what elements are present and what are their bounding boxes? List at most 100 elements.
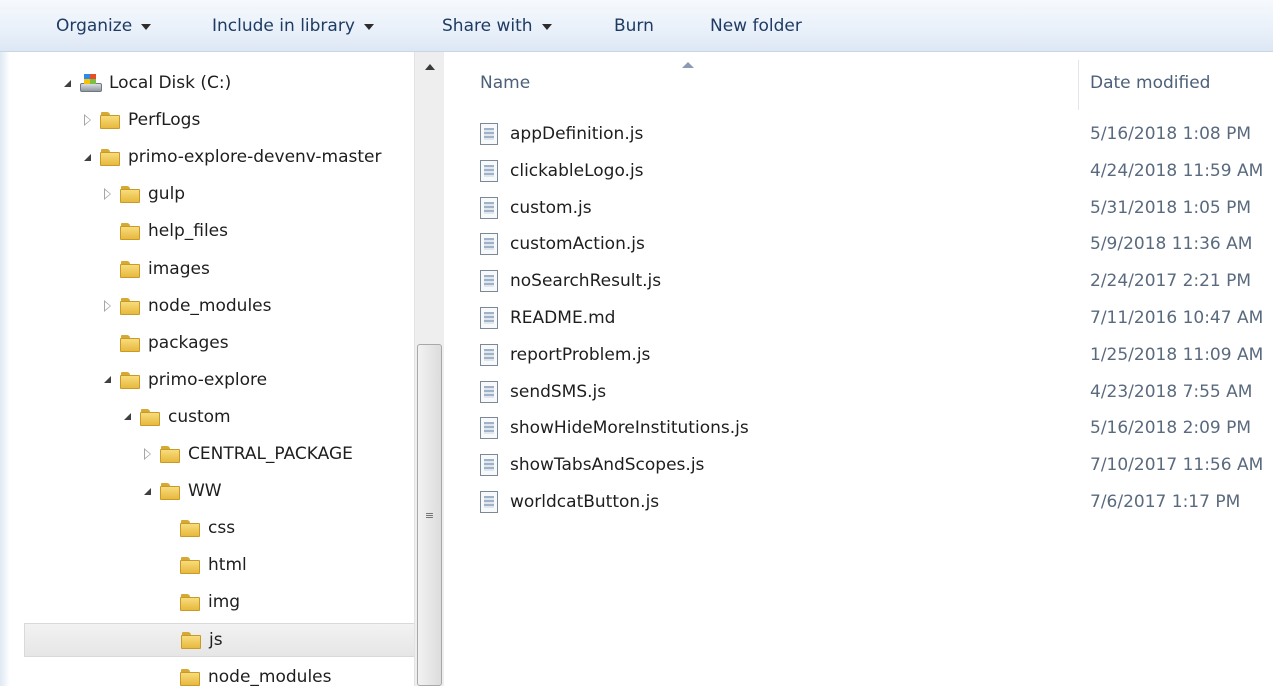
tree-item[interactable]: html <box>24 548 414 582</box>
share-with-button[interactable]: Share with <box>442 0 552 52</box>
sort-ascending-icon <box>682 62 694 68</box>
tree-item-label: help_files <box>148 221 228 242</box>
tree-item[interactable]: help_files <box>24 214 414 248</box>
tree-item-label: CENTRAL_PACKAGE <box>188 444 353 464</box>
file-date-modified: 7/6/2017 1:17 PM <box>1090 492 1241 512</box>
text-file-icon <box>480 343 498 366</box>
folder-icon <box>180 592 200 612</box>
tree-item[interactable]: node_modules <box>24 289 414 323</box>
tree-item-label: PerfLogs <box>128 110 201 131</box>
file-name: sendSMS.js <box>510 381 607 402</box>
folder-icon <box>120 221 140 241</box>
tree-item[interactable]: node_modules <box>24 660 414 686</box>
tree-toggle-placeholder <box>161 633 175 647</box>
tree-toggle-placeholder <box>100 336 114 350</box>
scroll-up-button[interactable] <box>415 52 444 82</box>
date-modified-column-header[interactable]: Date modified <box>1090 52 1273 114</box>
file-name: noSearchResult.js <box>510 271 662 292</box>
expanded-arrow-icon[interactable] <box>60 76 74 90</box>
tree-item[interactable]: js <box>24 622 414 657</box>
tree-item[interactable]: packages <box>24 326 414 360</box>
tree-item[interactable]: gulp <box>24 177 414 211</box>
navigation-scrollbar[interactable]: ≡ <box>414 52 444 686</box>
file-date-modified: 5/16/2018 1:08 PM <box>1090 124 1252 144</box>
name-column-header[interactable]: Name <box>480 52 1078 114</box>
collapsed-arrow-icon[interactable] <box>80 113 94 127</box>
text-file-icon <box>480 196 498 219</box>
tree-item-label: node_modules <box>148 295 272 316</box>
expanded-arrow-icon[interactable] <box>100 373 114 387</box>
file-name: custom.js <box>510 197 592 218</box>
file-row[interactable]: clickableLogo.js 4/24/2018 11:59 AM <box>480 153 1273 189</box>
expanded-arrow-icon[interactable] <box>120 410 134 424</box>
include-in-library-button[interactable]: Include in library <box>212 0 374 52</box>
tree-item[interactable]: custom <box>24 400 414 434</box>
file-row[interactable]: worldcatButton.js 7/6/2017 1:17 PM <box>480 484 1273 520</box>
file-name: clickableLogo.js <box>510 160 644 181</box>
file-row[interactable]: reportProblem.js 1/25/2018 11:09 AM <box>480 337 1273 373</box>
tree-item-label: images <box>148 258 210 279</box>
tree-item[interactable]: PerfLogs <box>24 103 414 137</box>
tree-item[interactable]: css <box>24 511 414 545</box>
new-folder-button[interactable]: New folder <box>710 0 802 52</box>
tree-item-label: primo-explore <box>148 369 268 390</box>
tree-item[interactable]: Local Disk (C:) <box>24 66 414 100</box>
file-row[interactable]: appDefinition.js 5/16/2018 1:08 PM <box>480 116 1273 152</box>
folder-icon <box>180 555 200 575</box>
folder-icon <box>180 518 200 538</box>
tree-item[interactable]: primo-explore <box>24 363 414 397</box>
tree-toggle-placeholder <box>160 521 174 535</box>
text-file-icon <box>480 123 498 145</box>
folder-icon <box>120 333 140 353</box>
column-separator[interactable] <box>1078 60 1079 110</box>
tree-item[interactable]: WW <box>24 474 414 508</box>
scroll-thumb[interactable]: ≡ <box>417 344 442 686</box>
dropdown-arrow-icon <box>363 24 374 30</box>
text-file-icon <box>480 417 498 440</box>
tree-item[interactable]: primo-explore-devenv-master <box>24 140 414 174</box>
file-date-modified: 7/11/2016 10:47 AM <box>1090 308 1264 328</box>
file-date-modified: 7/10/2017 11:56 AM <box>1090 455 1264 476</box>
collapsed-arrow-icon[interactable] <box>100 299 114 313</box>
explorer-window: Organize Include in library Share with B… <box>0 0 1273 686</box>
file-name: worldcatButton.js <box>510 492 660 512</box>
expanded-arrow-icon[interactable] <box>140 484 154 498</box>
file-row[interactable]: noSearchResult.js 2/24/2017 2:21 PM <box>480 263 1273 299</box>
date-modified-column-label: Date modified <box>1090 73 1211 93</box>
window-edge <box>0 52 10 686</box>
grip-icon: ≡ <box>424 508 435 522</box>
file-date-modified: 4/23/2018 7:55 AM <box>1090 381 1253 402</box>
folder-icon <box>160 481 180 501</box>
folder-icon <box>181 630 201 650</box>
file-row[interactable]: showTabsAndScopes.js 7/10/2017 11:56 AM <box>480 447 1273 483</box>
tree-item-label: js <box>209 629 223 650</box>
file-row[interactable]: README.md 7/11/2016 10:47 AM <box>480 300 1273 336</box>
file-row[interactable]: showHideMoreInstitutions.js 5/16/2018 2:0… <box>480 410 1273 446</box>
file-row[interactable]: customAction.js 5/9/2018 11:36 AM <box>480 226 1273 262</box>
command-bar: Organize Include in library Share with B… <box>0 0 1273 52</box>
new-folder-label: New folder <box>710 16 802 36</box>
file-row[interactable]: sendSMS.js 4/23/2018 7:55 AM <box>480 374 1273 410</box>
folder-icon <box>120 184 140 204</box>
tree-item[interactable]: img <box>24 585 414 619</box>
folder-icon <box>100 147 120 167</box>
expanded-arrow-icon[interactable] <box>80 150 94 164</box>
text-file-icon <box>480 233 498 256</box>
folder-icon <box>160 444 180 464</box>
tree-item-label: packages <box>148 332 229 353</box>
collapsed-arrow-icon[interactable] <box>100 187 114 201</box>
tree-toggle-placeholder <box>100 224 114 238</box>
file-date-modified: 5/16/2018 2:09 PM <box>1090 418 1252 439</box>
burn-button[interactable]: Burn <box>614 0 654 52</box>
organize-menu-button[interactable]: Organize <box>56 0 152 52</box>
file-date-modified: 1/25/2018 11:09 AM <box>1090 344 1264 365</box>
text-file-icon <box>480 380 498 403</box>
tree-item-label: node_modules <box>208 666 332 686</box>
file-name: showHideMoreInstitutions.js <box>510 418 749 439</box>
collapsed-arrow-icon[interactable] <box>140 447 154 461</box>
tree-item[interactable]: images <box>24 252 414 286</box>
folder-icon <box>180 667 200 686</box>
tree-item[interactable]: CENTRAL_PACKAGE <box>24 437 414 471</box>
file-row[interactable]: custom.js 5/31/2018 1:05 PM <box>480 190 1273 226</box>
navigation-pane[interactable]: Local Disk (C:) PerfLogs primo-explore-dev… <box>10 52 414 686</box>
